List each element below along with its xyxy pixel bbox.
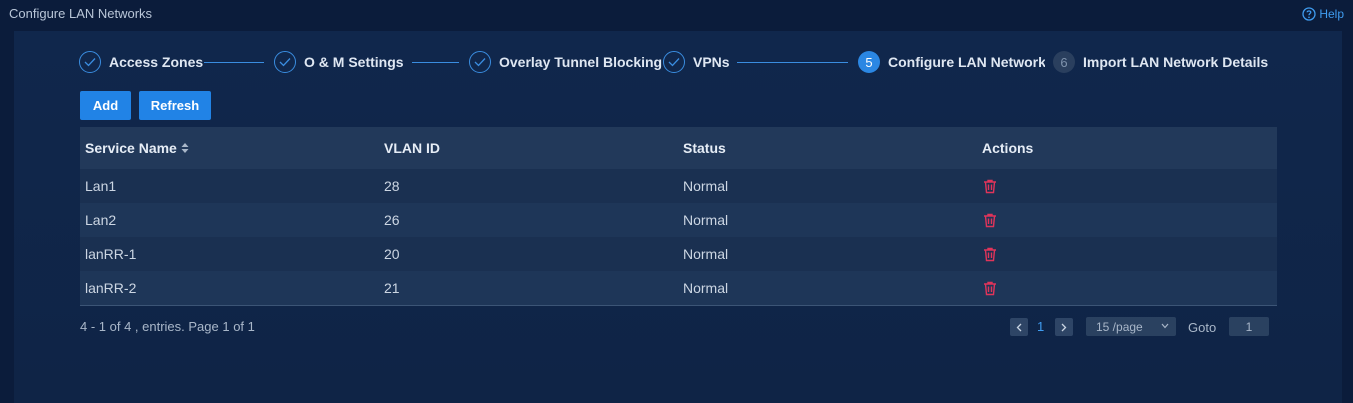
step-configure-lan-networks[interactable]: 5 Configure LAN Networks (858, 50, 1045, 74)
check-icon (474, 58, 486, 67)
title-bar: Configure LAN Networks Help (0, 0, 1353, 30)
lan-networks-table: Service Name VLAN ID Status Actions Lan1… (80, 127, 1277, 306)
cell-status: Normal (683, 212, 729, 228)
step-overlay-tunnel-blocking[interactable]: Overlay Tunnel Blocking (469, 50, 662, 74)
step-om-settings[interactable]: O & M Settings (274, 50, 404, 74)
question-circle-icon (1302, 7, 1316, 21)
cell-status: Normal (683, 178, 729, 194)
step-connector (412, 62, 459, 63)
pagination-summary: 4 - 1 of 4 , entries. Page 1 of 1 (80, 319, 255, 334)
step-connector (737, 62, 848, 63)
table-row: Lan1 28 Normal (80, 169, 1277, 203)
step-check-icon (469, 51, 491, 73)
sort-icon[interactable] (181, 142, 189, 154)
step-label: O & M Settings (304, 54, 404, 70)
step-check-icon (663, 51, 685, 73)
cell-vlan-id: 26 (384, 212, 400, 228)
window-title: Configure LAN Networks (9, 6, 153, 21)
page-number-current[interactable]: 1 (1037, 319, 1044, 334)
chevron-left-icon (1016, 323, 1022, 331)
column-header-actions: Actions (982, 140, 1034, 156)
step-number: 5 (858, 51, 880, 73)
trash-icon[interactable] (982, 246, 998, 262)
chevron-down-icon (1161, 323, 1169, 329)
check-icon (279, 58, 291, 67)
next-page-button[interactable] (1055, 318, 1073, 336)
column-header-service-name[interactable]: Service Name (80, 140, 379, 156)
column-header-vlan-id: VLAN ID (384, 140, 440, 156)
trash-icon[interactable] (982, 178, 998, 194)
cell-vlan-id: 28 (384, 178, 400, 194)
column-header-status: Status (683, 140, 726, 156)
help-label: Help (1319, 7, 1344, 21)
add-button[interactable]: Add (80, 91, 131, 120)
step-label: Import LAN Network Details (1083, 54, 1269, 70)
page-size-select[interactable]: 15 /page (1086, 317, 1176, 336)
table-header: Service Name VLAN ID Status Actions (80, 127, 1277, 169)
step-import-lan-network-details[interactable]: 6 Import LAN Network Details (1053, 50, 1268, 74)
page-size-value: 15 /page (1096, 319, 1143, 334)
cell-actions (977, 212, 1277, 228)
refresh-button[interactable]: Refresh (139, 91, 211, 120)
wizard-steps: Access Zones O & M Settings Overlay Tunn… (79, 50, 1279, 74)
goto-page-input[interactable] (1229, 317, 1269, 336)
cell-status: Normal (683, 246, 729, 262)
goto-label: Goto (1188, 320, 1217, 335)
check-icon (668, 58, 680, 67)
cell-vlan-id: 21 (384, 280, 400, 296)
step-access-zones[interactable]: Access Zones (79, 50, 203, 74)
step-label: Overlay Tunnel Blocking (499, 54, 663, 70)
table-row: lanRR-1 20 Normal (80, 237, 1277, 271)
cell-vlan-id: 20 (384, 246, 400, 262)
help-link[interactable]: Help (1302, 7, 1344, 21)
step-check-icon (274, 51, 296, 73)
table-row: lanRR-2 21 Normal (80, 271, 1277, 305)
table-row: Lan2 26 Normal (80, 203, 1277, 237)
prev-page-button[interactable] (1010, 318, 1028, 336)
step-label: VPNs (693, 54, 730, 70)
step-connector (204, 62, 264, 63)
cell-status: Normal (683, 280, 729, 296)
step-label: Access Zones (109, 54, 204, 70)
chevron-right-icon (1061, 323, 1067, 331)
trash-icon[interactable] (982, 280, 998, 296)
step-label: Configure LAN Networks (888, 54, 1045, 70)
main-panel: Access Zones O & M Settings Overlay Tunn… (14, 31, 1342, 403)
table-divider (80, 305, 1277, 306)
step-vpns[interactable]: VPNs (663, 50, 730, 74)
step-check-icon (79, 51, 101, 73)
trash-icon[interactable] (982, 212, 998, 228)
step-number: 6 (1053, 51, 1075, 73)
cell-service-name: lanRR-2 (85, 280, 137, 296)
cell-service-name: Lan1 (85, 178, 117, 194)
cell-actions (977, 246, 1277, 262)
cell-service-name: lanRR-1 (85, 246, 137, 262)
cell-service-name: Lan2 (85, 212, 117, 228)
cell-actions (977, 280, 1277, 296)
check-icon (84, 58, 96, 67)
column-label: Service Name (85, 140, 177, 156)
cell-actions (977, 178, 1277, 194)
